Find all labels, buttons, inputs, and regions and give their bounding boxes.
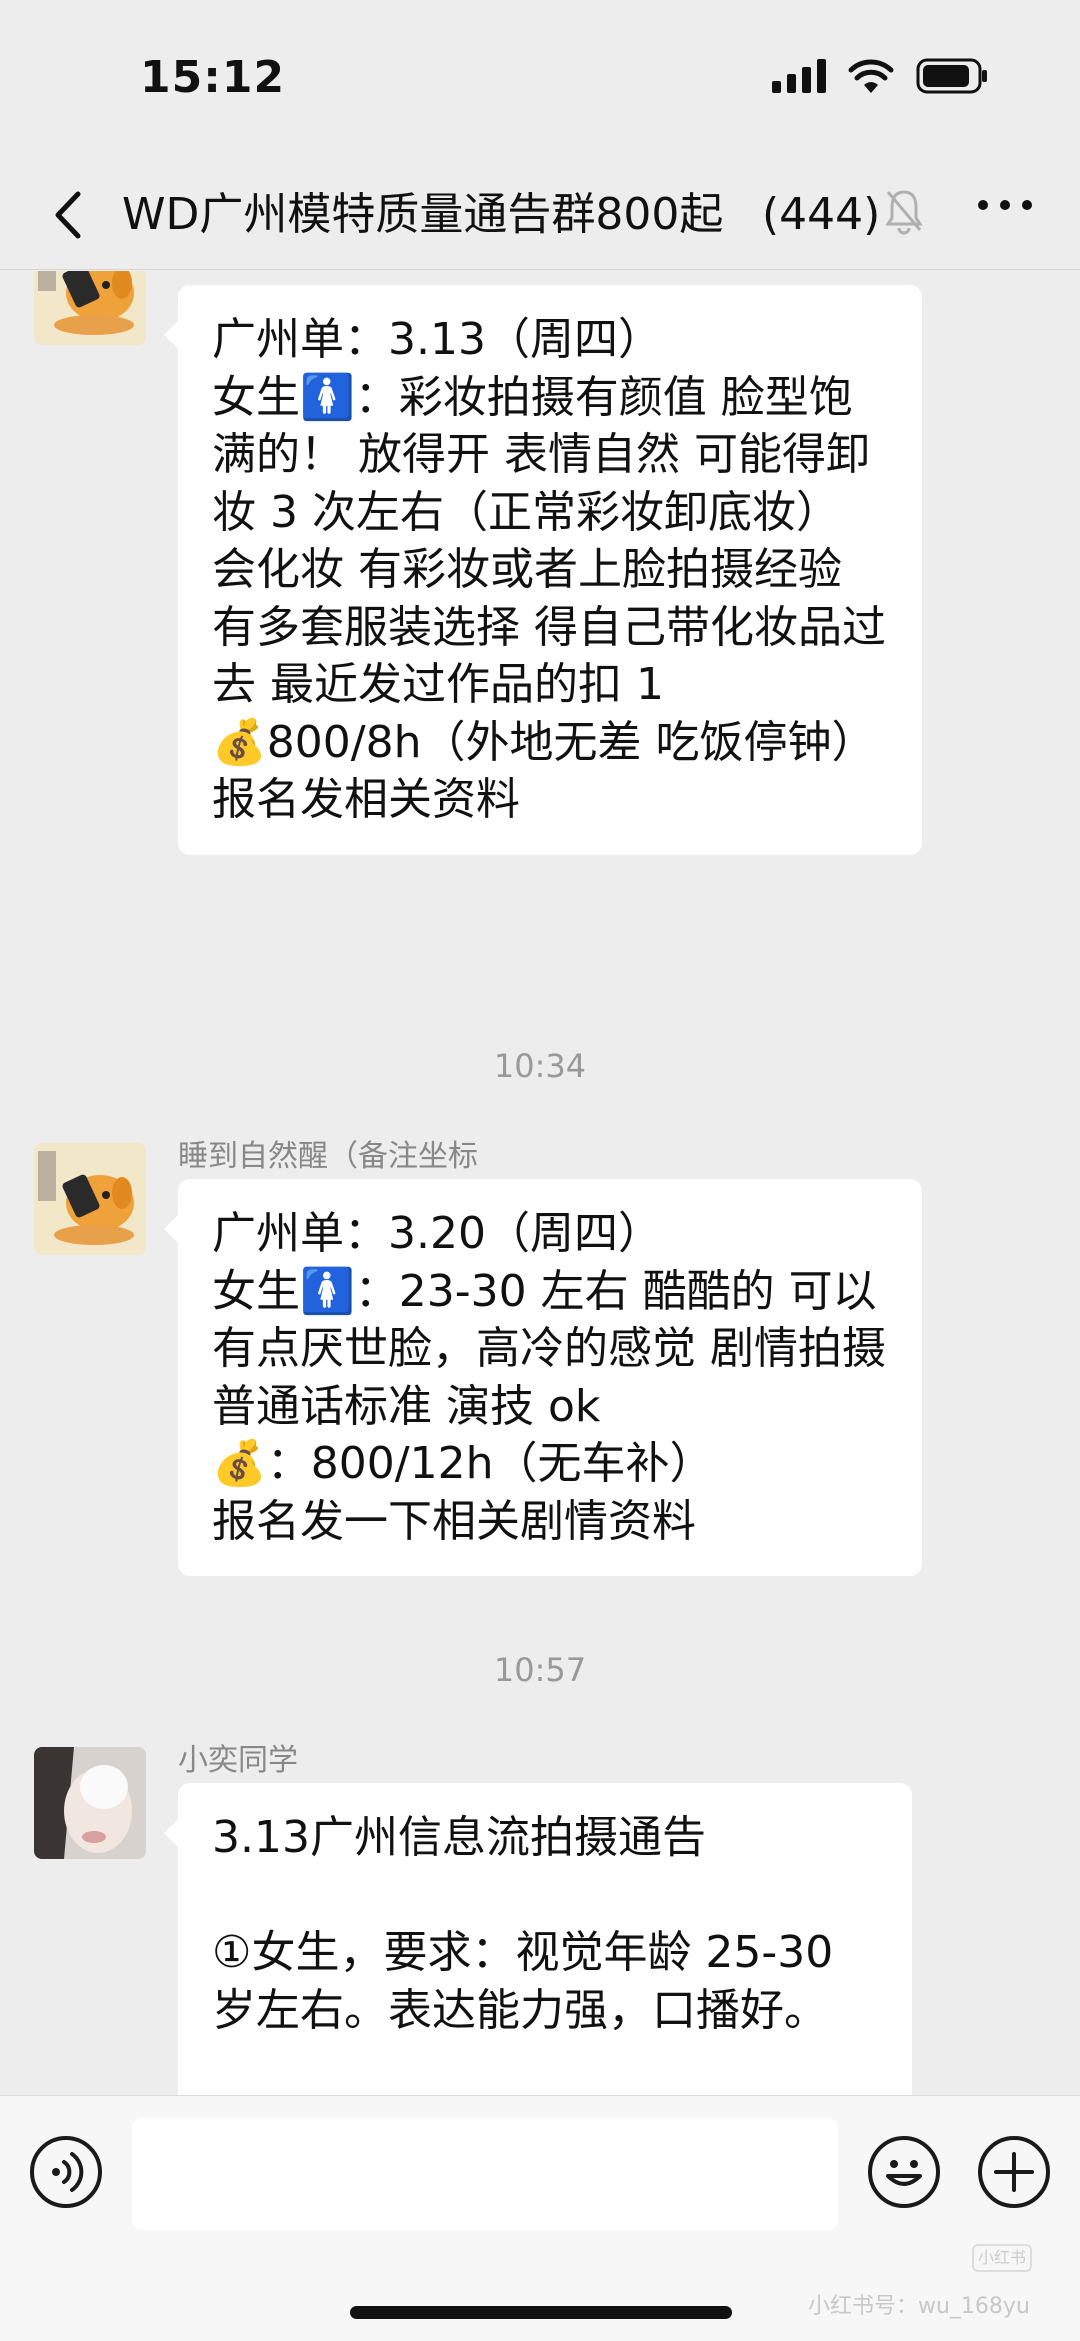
sender-name: 睡到自然醒（备注坐标 (178, 1139, 478, 1174)
message-timestamp: 10:34 (493, 1047, 587, 1085)
message-bubble[interactable]: 3.13广州信息流拍摄通告 ①女生，要求：视觉年龄 25-30 岁左右。表达能力… (164, 1783, 912, 2095)
more-functions-button[interactable] (978, 2136, 1050, 2208)
status-bar: 15:12 (0, 0, 1080, 160)
more-dot-icon (1022, 200, 1032, 210)
voice-input-button[interactable] (30, 2136, 102, 2208)
home-indicator[interactable] (350, 2306, 732, 2319)
back-icon[interactable] (40, 182, 100, 248)
mute-bell-icon (885, 190, 923, 235)
avatar[interactable] (34, 1747, 146, 1859)
emoji-icon (886, 2160, 922, 2186)
status-time: 15:12 (140, 52, 286, 103)
message-bubble[interactable]: 广州单：3.20（周四） 女生🚺：23-30 左右 酷酷的 可以有点厌世脸，高冷… (164, 1179, 922, 1576)
message-timestamp: 10:57 (493, 1651, 587, 1689)
watermark-logo: 小红书 (972, 2244, 1032, 2272)
dog-avatar-icon (34, 1143, 146, 1255)
more-dot-icon (978, 200, 988, 210)
more-options-button[interactable] (978, 200, 1032, 210)
message-input[interactable] (132, 2118, 838, 2230)
emoji-button[interactable] (868, 2136, 940, 2208)
member-count: (444) (758, 180, 881, 250)
message-bubble[interactable]: 广州单：3.13（周四） 女生🚺：彩妆拍摄有颜值 脸型饱满的！ 放得开 表情自然… (164, 285, 922, 855)
status-icons (772, 58, 988, 94)
voice-icon (52, 2152, 84, 2192)
battery-icon (916, 58, 987, 94)
dog-avatar-icon (34, 271, 146, 345)
avatar[interactable] (34, 271, 146, 345)
sender-name: 小奕同学 (178, 1743, 298, 1778)
plus-icon (994, 2152, 1034, 2192)
signal-icon (772, 59, 826, 93)
watermark-text: 小红书号：wu_168yu (808, 2294, 1030, 2319)
person-avatar-icon (34, 1747, 146, 1859)
wifi-icon (848, 59, 894, 93)
more-dot-icon (1000, 200, 1010, 210)
nav-bar: WD广州模特质量通告群800起 (444) (0, 160, 1080, 270)
avatar[interactable] (34, 1143, 146, 1255)
chat-messages[interactable]: 广州单：3.13（周四） 女生🚺：彩妆拍摄有颜值 脸型饱满的！ 放得开 表情自然… (0, 271, 1080, 2095)
